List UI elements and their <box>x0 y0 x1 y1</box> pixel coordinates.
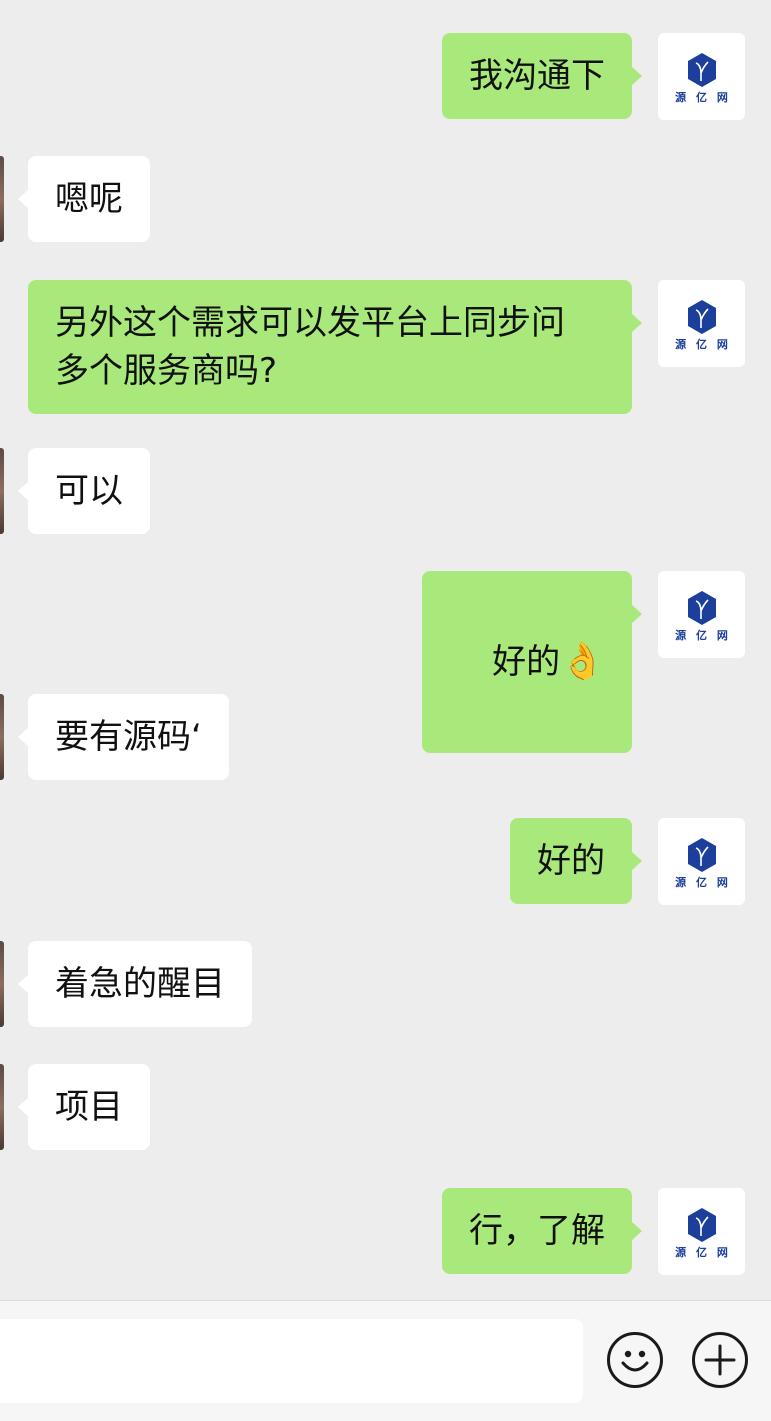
peer-avatar[interactable] <box>0 941 4 1027</box>
message-input[interactable] <box>0 1319 583 1403</box>
hexagon-y-logo-icon <box>687 837 716 872</box>
peer-avatar[interactable] <box>0 156 4 242</box>
emoji-button[interactable] <box>607 1332 663 1388</box>
peer-avatar[interactable] <box>0 694 4 780</box>
message-bubble-incoming[interactable]: 着急的醒目 <box>18 941 252 1027</box>
hexagon-y-logo-icon <box>687 1207 716 1242</box>
message-bubble-incoming[interactable]: 嗯呢 <box>18 156 150 242</box>
message-bubble-outgoing[interactable]: 另外这个需求可以发平台上同步问 多个服务商吗? <box>28 280 642 414</box>
avatar-brand-text: 源 亿 网 <box>675 1245 731 1259</box>
chat-history[interactable]: 我沟通下 源 亿 网 嗯呢 另外这个需求可以发平台上同步问 多个服务商吗? 源 … <box>0 0 771 1300</box>
message-bubble-outgoing[interactable]: 行，了解 <box>442 1188 642 1274</box>
hexagon-y-logo-icon <box>687 590 716 625</box>
avatar-brand-text: 源 亿 网 <box>675 628 731 642</box>
hexagon-y-logo-icon <box>687 299 716 334</box>
self-avatar[interactable]: 源 亿 网 <box>658 1188 745 1275</box>
smiley-face-icon <box>621 1350 649 1372</box>
peer-avatar[interactable] <box>0 448 4 534</box>
avatar-brand-text: 源 亿 网 <box>675 875 731 889</box>
peer-avatar[interactable] <box>0 1064 4 1150</box>
ok-hand-emoji-icon: 👌 <box>560 641 605 682</box>
avatar-brand-text: 源 亿 网 <box>675 90 731 104</box>
avatar-brand-text: 源 亿 网 <box>675 337 731 351</box>
message-text: 好的 <box>492 642 561 682</box>
message-bubble-incoming[interactable]: 可以 <box>18 448 150 534</box>
self-avatar[interactable]: 源 亿 网 <box>658 33 745 120</box>
message-bubble-outgoing[interactable]: 好的👌 <box>421 571 643 753</box>
more-options-button[interactable] <box>692 1332 748 1388</box>
message-bubble-incoming[interactable]: 项目 <box>18 1064 150 1150</box>
self-avatar[interactable]: 源 亿 网 <box>658 571 745 658</box>
self-avatar[interactable]: 源 亿 网 <box>658 280 745 367</box>
message-bubble-outgoing[interactable]: 好的 <box>510 818 642 904</box>
hexagon-y-logo-icon <box>687 52 716 87</box>
message-bubble-incoming[interactable]: 要有源码‘ <box>18 694 229 780</box>
self-avatar[interactable]: 源 亿 网 <box>658 818 745 905</box>
message-bubble-outgoing[interactable]: 我沟通下 <box>442 33 642 119</box>
plus-circle-icon <box>704 1344 736 1376</box>
